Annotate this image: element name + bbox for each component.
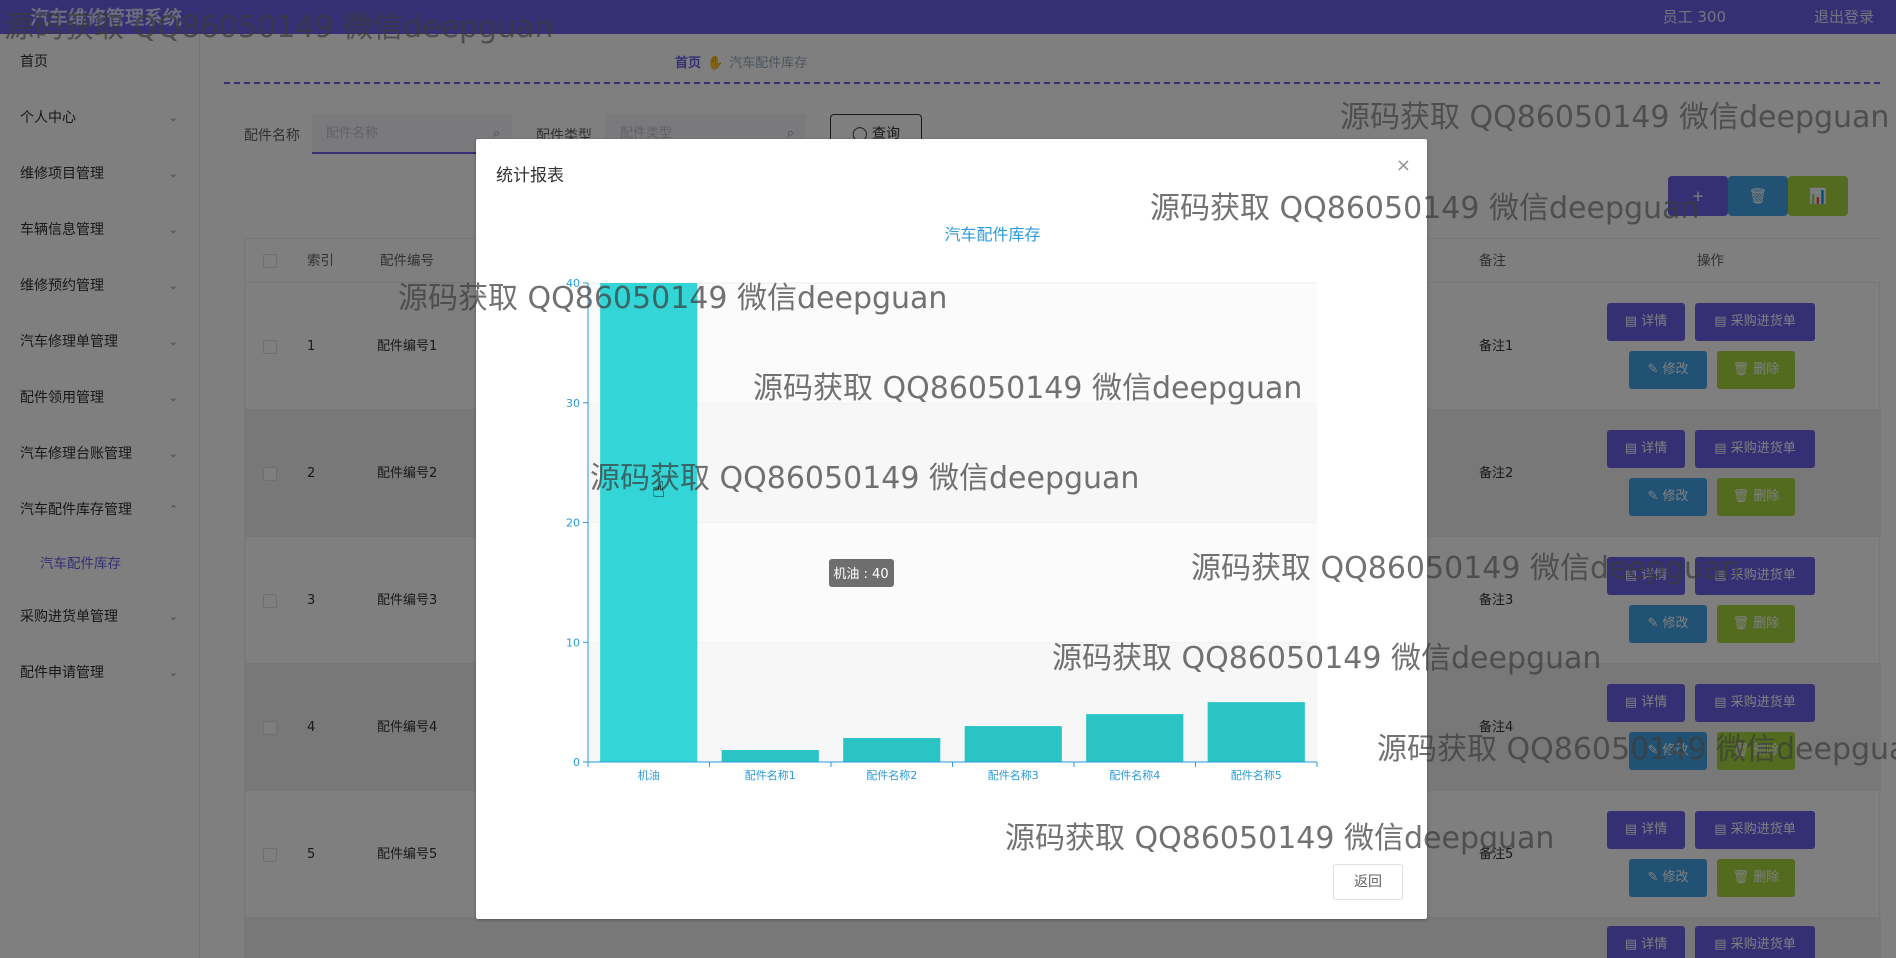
- bar-0: [600, 283, 698, 762]
- chart-tooltip-text: 机油 : 40: [833, 567, 888, 582]
- stats-report-dialog: 统计报表 × 汽车配件库存 机油 配件名称1 配件名称2 配件名称3 配件名称4 配件名称5…: [476, 139, 1427, 919]
- pointer-cursor-icon: ☝: [652, 478, 666, 503]
- bar-5: [1207, 702, 1305, 762]
- x-tick-label: 配件名称5: [1231, 768, 1282, 782]
- x-tick-label: 配件名称1: [745, 768, 796, 782]
- x-tick-label: 配件名称4: [1109, 768, 1160, 782]
- bar-2: [843, 738, 941, 762]
- x-tick-label: 机油: [638, 768, 660, 782]
- bar-1: [721, 750, 819, 762]
- x-tick-label: 配件名称2: [866, 768, 917, 782]
- chart-title: 汽车配件库存: [944, 225, 1040, 244]
- y-tick-label: 0: [573, 756, 580, 769]
- y-tick-label: 20: [566, 517, 580, 530]
- y-tick-label: 10: [566, 636, 580, 649]
- y-tick-label: 30: [566, 397, 580, 410]
- y-tick-label: 40: [566, 277, 580, 290]
- back-button[interactable]: 返回: [1333, 864, 1403, 900]
- bar-4: [1086, 714, 1184, 762]
- bar-3: [964, 726, 1062, 762]
- bar-chart: 汽车配件库存机油 配件名称1 配件名称2 配件名称3 配件名称4 配件名称5 0 10 20 30…: [566, 225, 1318, 782]
- x-tick-label: 配件名称3: [988, 768, 1039, 782]
